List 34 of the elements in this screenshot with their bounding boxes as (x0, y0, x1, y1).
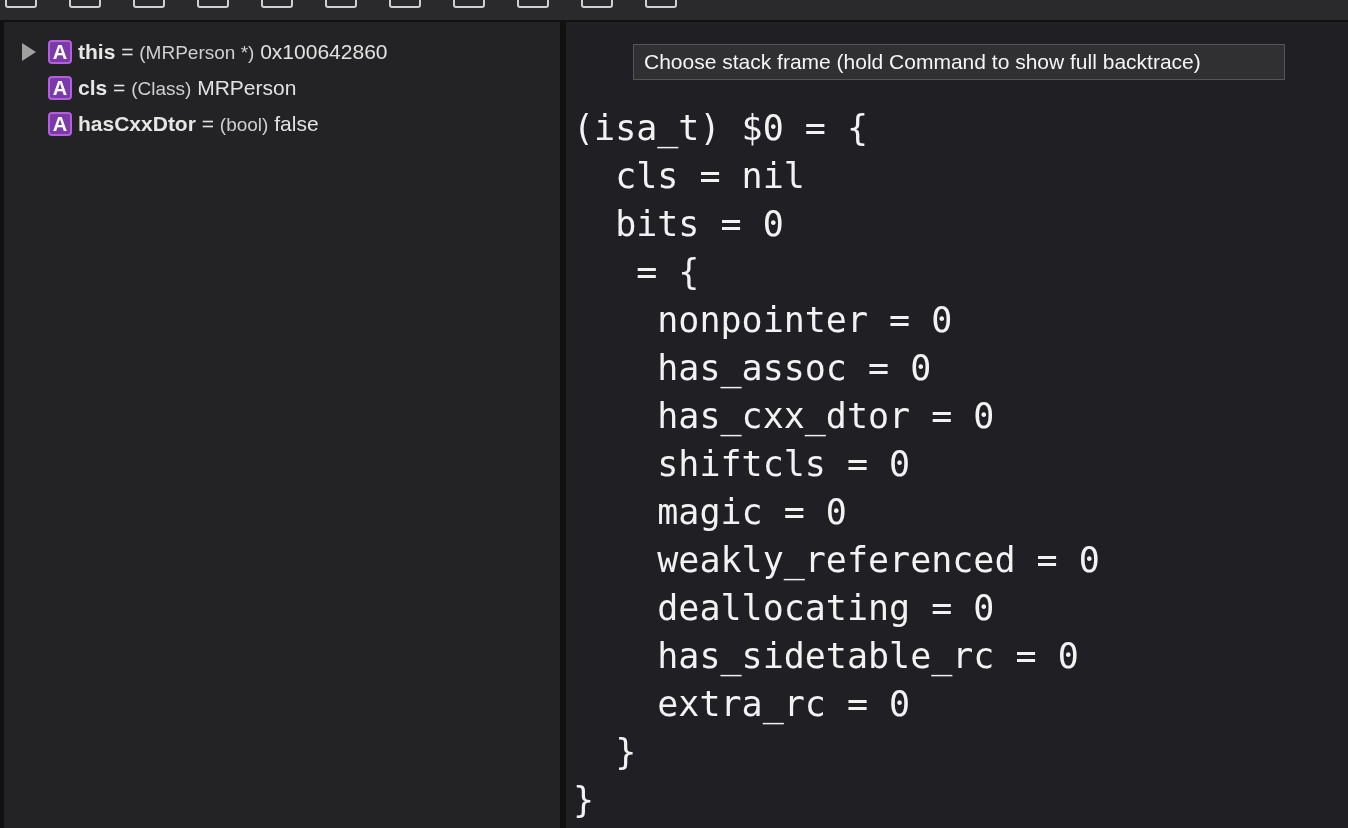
console-output-line: (isa_t) $0 = { (573, 108, 868, 148)
disclosure-triangle-icon[interactable] (22, 43, 36, 61)
console-output-line: = { (635, 252, 700, 292)
console-output-line: magic = 0 (656, 492, 847, 532)
console-output-line: has_cxx_dtor = 0 (656, 396, 995, 436)
console-output-line: cls = nil (614, 156, 805, 196)
toolbar-icon[interactable] (4, 0, 38, 10)
toolbar-icon[interactable] (196, 0, 230, 10)
console-output-line: weakly_referenced = 0 (656, 540, 1100, 580)
console-output-line: } (614, 732, 637, 772)
toolbar-icon[interactable] (516, 0, 550, 10)
toolbar-icon[interactable] (580, 0, 614, 10)
toolbar-icon[interactable] (324, 0, 358, 10)
console-output-line: has_assoc = 0 (656, 348, 932, 388)
variable-entry[interactable]: hasCxxDtor = (bool) false (78, 112, 319, 136)
toolbar-icon[interactable] (132, 0, 166, 10)
toolbar-icon[interactable] (644, 0, 678, 10)
tooltip: Choose stack frame (hold Command to show full backtrace) (633, 44, 1285, 80)
variable-badge: A (48, 112, 72, 136)
toolbar-icon[interactable] (388, 0, 422, 10)
variable-entry[interactable]: this = (MRPerson *) 0x100642860 (78, 40, 388, 64)
console-output-line: bits = 0 (614, 204, 784, 244)
console-output-line: nonpointer = 0 (656, 300, 953, 340)
variable-badge: A (48, 40, 72, 64)
console-output-line: has_sidetable_rc = 0 (656, 636, 1079, 676)
toolbar-icon[interactable] (68, 0, 102, 10)
variable-badge: A (48, 76, 72, 100)
console-output-line: } (573, 780, 595, 820)
console-output-line: extra_rc = 0 (656, 684, 911, 724)
variable-entry[interactable]: cls = (Class) MRPerson (78, 76, 297, 100)
toolbar-icon[interactable] (452, 0, 486, 10)
console-output-line: shiftcls = 0 (656, 444, 911, 484)
console-output-line: deallocating = 0 (656, 588, 995, 628)
toolbar-icon[interactable] (260, 0, 294, 10)
